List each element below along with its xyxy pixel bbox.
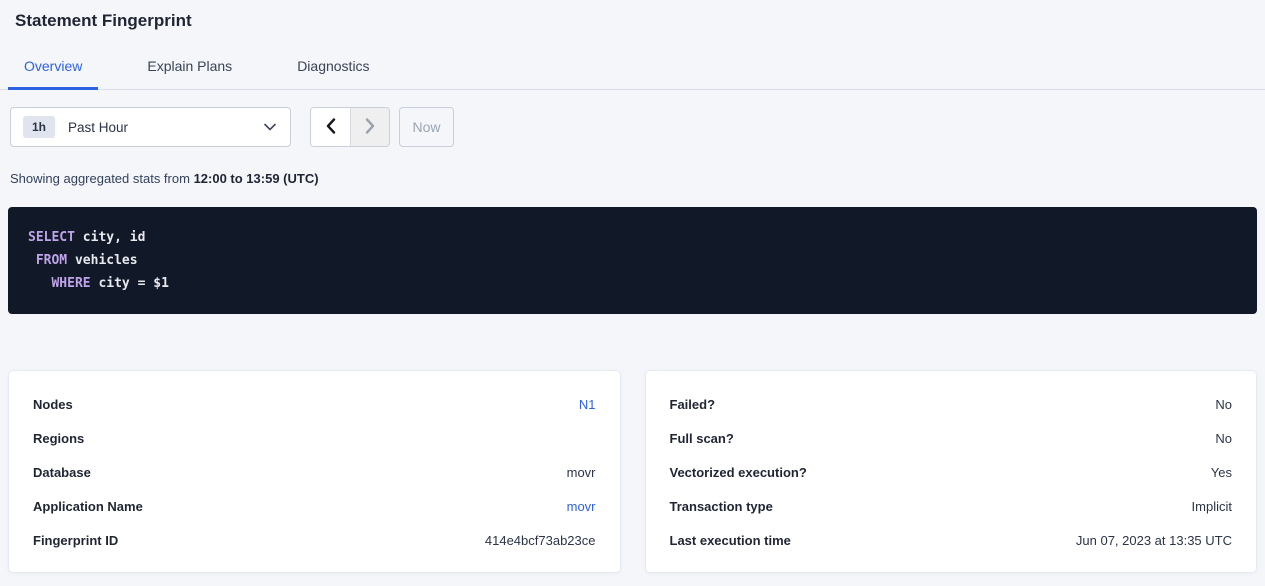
time-controls: 1h Past Hour Now xyxy=(10,107,1265,147)
aggregated-stats-line: Showing aggregated stats from 12:00 to 1… xyxy=(10,171,1265,186)
stats-range: 12:00 to 13:59 (UTC) xyxy=(194,171,319,186)
chevron-left-icon xyxy=(326,118,336,137)
row-value: No xyxy=(1215,397,1232,412)
row-label: Vectorized execution? xyxy=(670,465,807,480)
row-value: No xyxy=(1215,431,1232,446)
row-value-link[interactable]: movr xyxy=(567,499,596,514)
statement-fingerprint-page: Statement Fingerprint Overview Explain Pl… xyxy=(0,0,1265,586)
row-label: Nodes xyxy=(33,397,73,412)
row-label: Fingerprint ID xyxy=(33,533,118,548)
card-row: Full scan? No xyxy=(670,421,1233,455)
row-label: Full scan? xyxy=(670,431,734,446)
card-row: Nodes N1 xyxy=(33,387,596,421)
chevron-down-icon xyxy=(264,123,276,131)
page-title: Statement Fingerprint xyxy=(0,0,1265,31)
row-label: Regions xyxy=(33,431,84,446)
sql-statement-box: SELECT city, id FROM vehicles WHERE city… xyxy=(8,207,1257,314)
tab-diagnostics[interactable]: Diagnostics xyxy=(281,58,385,90)
stats-prefix: Showing aggregated stats from xyxy=(10,171,194,186)
summary-card: Failed? No Full scan? No Vectorized executio… xyxy=(645,370,1258,573)
tab-explain-plans[interactable]: Explain Plans xyxy=(131,58,248,90)
row-label: Database xyxy=(33,465,91,480)
summary-cards: NodesN1RegionsDatabasemovrApplication Na… xyxy=(8,370,1257,573)
sql-line: SELECT city, id xyxy=(28,226,1237,249)
row-value-link[interactable]: N1 xyxy=(579,397,596,412)
row-value: movr xyxy=(567,465,596,480)
sql-statement: SELECT city, id FROM vehicles WHERE city… xyxy=(28,226,1237,295)
card-row: Regions xyxy=(33,421,596,455)
card-row: Application Name movr xyxy=(33,489,596,523)
row-value: 414e4bcf73ab23ce xyxy=(485,533,596,548)
sql-line: WHERE city = $1 xyxy=(28,272,1237,295)
card-row: Transaction type Implicit xyxy=(670,489,1233,523)
card-row: Fingerprint ID 414e4bcf73ab23ce xyxy=(33,523,596,557)
chevron-right-icon xyxy=(365,118,375,137)
previous-interval-button[interactable] xyxy=(311,108,350,146)
time-range-badge: 1h xyxy=(23,116,55,138)
card-row: Failed? No xyxy=(670,387,1233,421)
row-label: Transaction type xyxy=(670,499,773,514)
row-label: Last execution time xyxy=(670,533,791,548)
sql-line: FROM vehicles xyxy=(28,249,1237,272)
now-button[interactable]: Now xyxy=(399,107,454,147)
card-row: Database movr xyxy=(33,455,596,489)
card-row: Vectorized execution? Yes xyxy=(670,455,1233,489)
row-value: Implicit xyxy=(1192,499,1232,514)
next-interval-button[interactable] xyxy=(350,108,389,146)
summary-card: NodesN1RegionsDatabasemovrApplication Na… xyxy=(8,370,621,573)
tab-bar: Overview Explain Plans Diagnostics xyxy=(0,58,1265,90)
card-row: Last execution time Jun 07, 2023 at 13:35… xyxy=(670,523,1233,557)
row-label: Application Name xyxy=(33,499,143,514)
time-range-label: Past Hour xyxy=(68,120,128,135)
tab-overview[interactable]: Overview xyxy=(8,58,98,90)
row-value: Jun 07, 2023 at 13:35 UTC xyxy=(1076,533,1232,548)
time-step-buttons xyxy=(310,107,390,147)
row-label: Failed? xyxy=(670,397,716,412)
time-range-select[interactable]: 1h Past Hour xyxy=(10,107,291,147)
row-value: Yes xyxy=(1211,465,1232,480)
